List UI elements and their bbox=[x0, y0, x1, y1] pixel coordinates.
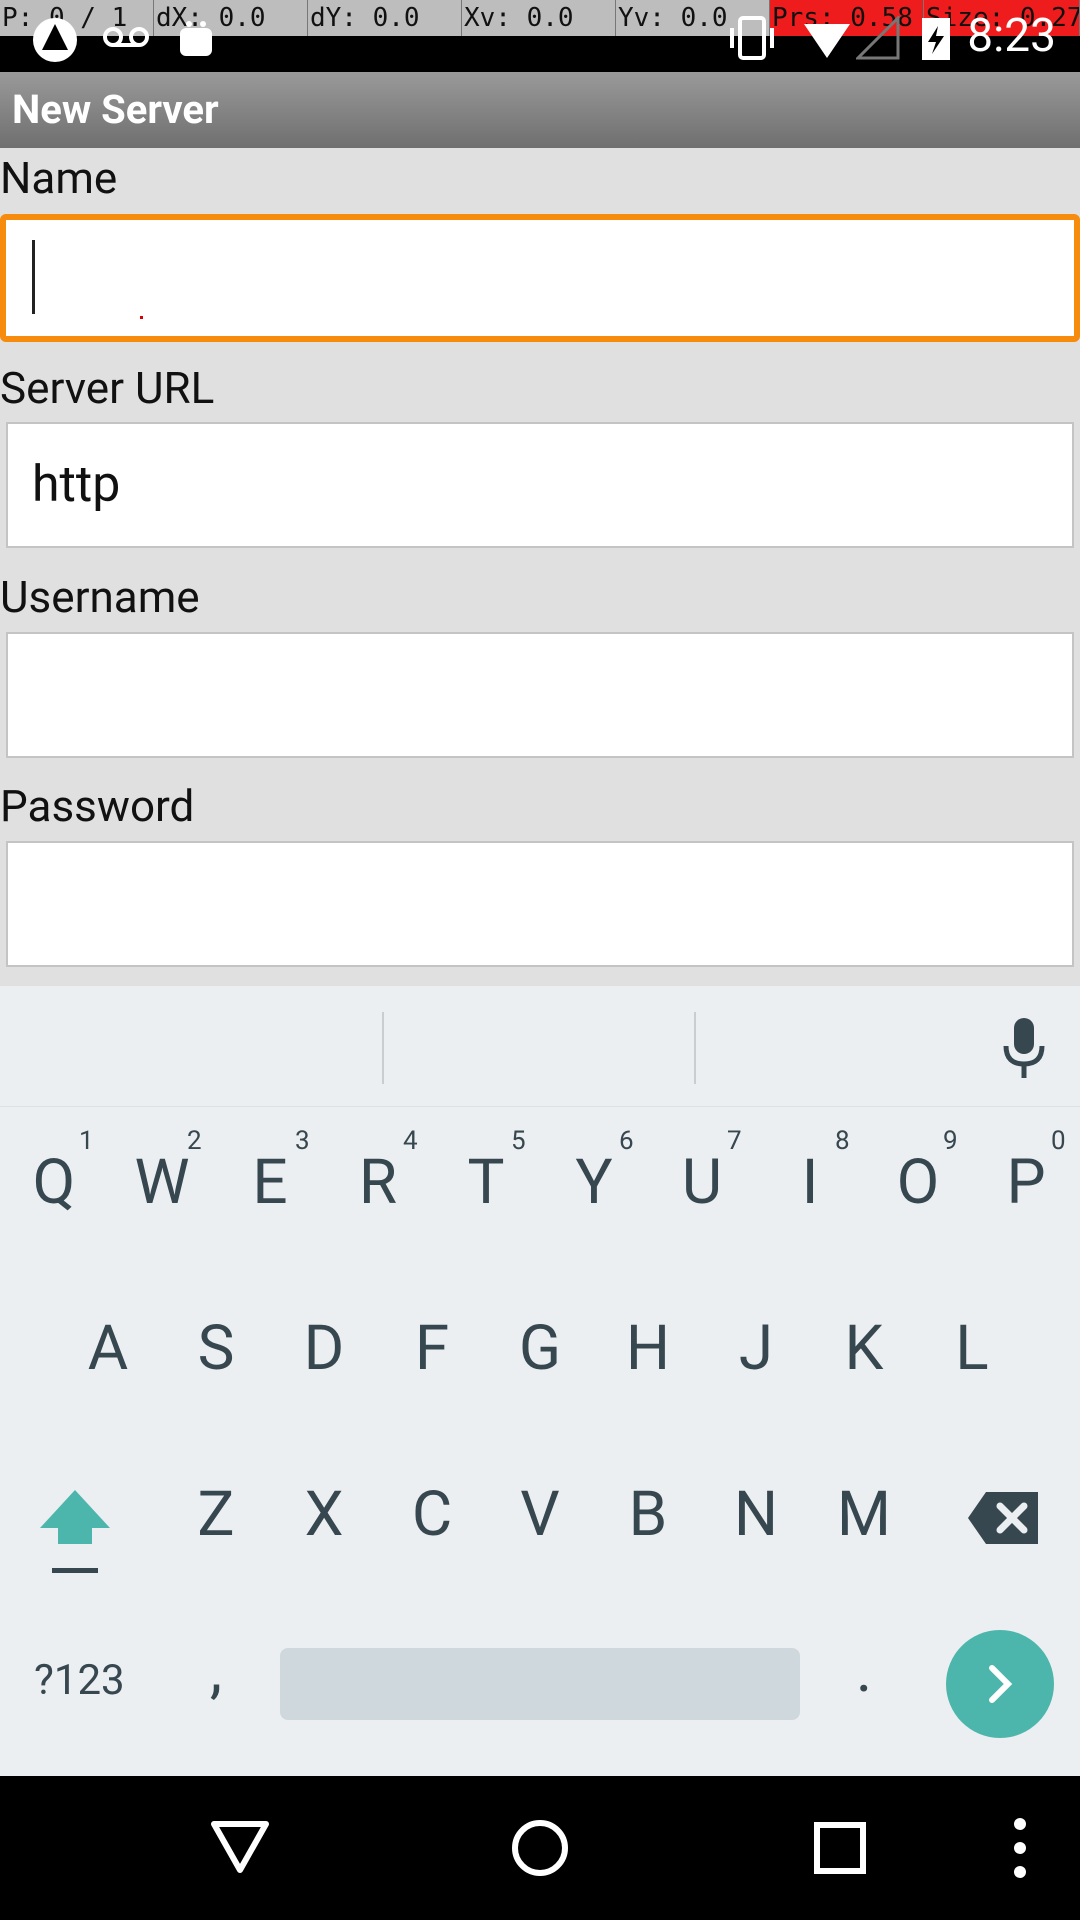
key-d[interactable]: D bbox=[274, 1312, 374, 1385]
server-url-label: Server URL bbox=[0, 362, 215, 414]
key-c[interactable]: C bbox=[382, 1478, 482, 1551]
key-i[interactable]: I bbox=[760, 1146, 860, 1219]
key-hint-7: 7 bbox=[727, 1126, 742, 1156]
period-key[interactable]: . bbox=[814, 1634, 914, 1707]
soft-keyboard: Q W E R T Y U I O P 1 2 3 4 5 6 7 8 9 0 … bbox=[0, 986, 1080, 1776]
voicemail-icon bbox=[103, 27, 149, 47]
shift-icon[interactable] bbox=[36, 1486, 114, 1578]
key-hint-1: 1 bbox=[79, 1126, 94, 1156]
key-t[interactable]: T bbox=[436, 1146, 536, 1219]
name-label: Name bbox=[0, 152, 118, 204]
wifi-icon bbox=[804, 24, 850, 58]
title-bar: New Server bbox=[0, 72, 1080, 148]
backspace-icon[interactable] bbox=[966, 1488, 1042, 1548]
key-z[interactable]: Z bbox=[166, 1478, 266, 1551]
app-notification-icon bbox=[33, 18, 77, 62]
vibrate-icon bbox=[730, 16, 774, 60]
key-w[interactable]: W bbox=[112, 1146, 212, 1219]
clock: 8:23 bbox=[967, 9, 1056, 63]
key-a[interactable]: A bbox=[58, 1312, 158, 1385]
key-hint-9: 9 bbox=[943, 1126, 958, 1156]
home-icon[interactable] bbox=[510, 1818, 570, 1878]
key-v[interactable]: V bbox=[490, 1478, 590, 1551]
key-s[interactable]: S bbox=[166, 1312, 266, 1385]
key-b[interactable]: B bbox=[598, 1478, 698, 1551]
name-field[interactable] bbox=[0, 214, 1080, 342]
key-p[interactable]: P bbox=[976, 1146, 1076, 1219]
server-url-field[interactable]: http bbox=[6, 422, 1074, 548]
suggestion-strip bbox=[0, 986, 1080, 1107]
key-hint-8: 8 bbox=[835, 1126, 850, 1156]
pointer-dy: dY: 0.0 bbox=[308, 0, 462, 36]
key-r[interactable]: R bbox=[328, 1146, 428, 1219]
text-cursor bbox=[32, 240, 35, 314]
key-f[interactable]: F bbox=[382, 1312, 482, 1385]
comma-key[interactable]: , bbox=[166, 1634, 266, 1707]
chevron-right-icon bbox=[989, 1665, 1013, 1703]
key-h[interactable]: H bbox=[598, 1312, 698, 1385]
username-label: Username bbox=[0, 571, 200, 623]
more-options-icon[interactable] bbox=[1008, 1816, 1032, 1880]
next-button[interactable] bbox=[946, 1630, 1054, 1738]
space-bar[interactable] bbox=[280, 1648, 800, 1720]
key-hint-6: 6 bbox=[619, 1126, 634, 1156]
password-label: Password bbox=[0, 780, 195, 832]
page-title: New Server bbox=[12, 86, 219, 133]
key-n[interactable]: N bbox=[706, 1478, 806, 1551]
touch-point bbox=[140, 316, 143, 319]
key-hint-2: 2 bbox=[187, 1126, 202, 1156]
key-m[interactable]: M bbox=[814, 1478, 914, 1551]
back-icon[interactable] bbox=[210, 1818, 270, 1876]
symbols-key[interactable]: ?123 bbox=[34, 1656, 125, 1705]
microphone-icon[interactable] bbox=[1000, 1016, 1048, 1082]
key-q[interactable]: Q bbox=[4, 1146, 104, 1219]
recents-icon[interactable] bbox=[812, 1820, 868, 1876]
key-y[interactable]: Y bbox=[544, 1146, 644, 1219]
key-g[interactable]: G bbox=[490, 1312, 590, 1385]
suggestion-divider bbox=[694, 1012, 696, 1084]
key-u[interactable]: U bbox=[652, 1146, 752, 1219]
status-bar: P: 0 / 1 dX: 0.0 dY: 0.0 Xv: 0.0 Yv: 0.0… bbox=[0, 0, 1080, 72]
key-o[interactable]: O bbox=[868, 1146, 968, 1219]
key-j[interactable]: J bbox=[706, 1312, 806, 1385]
key-hint-5: 5 bbox=[511, 1126, 526, 1156]
key-hint-4: 4 bbox=[403, 1126, 418, 1156]
key-k[interactable]: K bbox=[814, 1312, 914, 1385]
password-field[interactable] bbox=[6, 841, 1074, 967]
pointer-xv: Xv: 0.0 bbox=[462, 0, 616, 36]
suggestion-divider bbox=[382, 1012, 384, 1084]
navigation-bar bbox=[0, 1776, 1080, 1920]
key-hint-3: 3 bbox=[295, 1126, 310, 1156]
key-e[interactable]: E bbox=[220, 1146, 320, 1219]
username-field[interactable] bbox=[6, 632, 1074, 758]
cellular-signal-icon bbox=[856, 16, 900, 60]
android-icon bbox=[180, 21, 212, 56]
key-hint-0: 0 bbox=[1051, 1126, 1066, 1156]
key-l[interactable]: L bbox=[922, 1312, 1022, 1385]
server-url-value: http bbox=[32, 456, 121, 514]
key-x[interactable]: X bbox=[274, 1478, 374, 1551]
battery-charging-icon bbox=[922, 18, 950, 60]
